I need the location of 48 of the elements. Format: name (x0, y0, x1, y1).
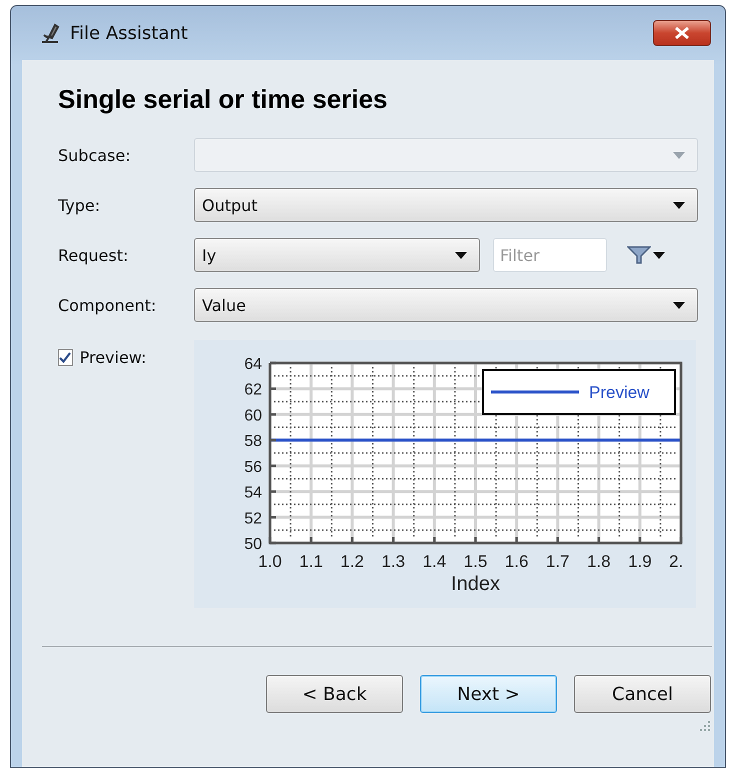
caret-icon (455, 252, 467, 258)
dialog-button[interactable]: Cancel (574, 675, 711, 713)
y-tick-label: 62 (244, 382, 262, 399)
x-tick-label: 2. (669, 552, 684, 571)
check-icon (59, 352, 72, 363)
x-tick-label: 1.9 (628, 552, 652, 571)
checkbox-label: Preview: (80, 348, 148, 367)
y-tick-label: 52 (244, 510, 262, 528)
x-tick-label: 1.8 (586, 552, 611, 571)
dropdown[interactable]: Iy (194, 238, 480, 272)
y-tick-label: 60 (244, 407, 262, 424)
dialog-button[interactable]: < Back (266, 675, 403, 713)
legend: Preview (482, 369, 676, 415)
caret-icon (673, 202, 685, 208)
y-tick-label: 64 (244, 356, 262, 373)
microscope-icon (40, 22, 60, 44)
dialog-button[interactable]: Next > (420, 675, 557, 713)
close-icon (674, 27, 690, 39)
dropdown[interactable]: Value (194, 288, 698, 322)
filter-field[interactable]: Filter (493, 238, 607, 272)
field-label: Component: (58, 296, 158, 314)
filter-icon (627, 245, 651, 265)
field-label: Subcase: (58, 146, 132, 164)
field-label: Request: (58, 246, 130, 264)
caret-icon (653, 252, 665, 258)
caret-icon (673, 302, 685, 308)
y-tick-label: 54 (244, 484, 262, 502)
checkbox[interactable] (58, 349, 73, 366)
field-label: Type: (58, 196, 102, 214)
x-tick-label: 1.4 (422, 552, 446, 571)
x-tick-label: 1.0 (258, 552, 282, 571)
close-button[interactable] (653, 20, 711, 46)
y-tick-label: 56 (244, 458, 262, 476)
y-tick-label: 50 (244, 536, 262, 553)
x-tick-label: 1.7 (546, 552, 570, 571)
filter-menu-button[interactable] (627, 245, 665, 265)
caret-icon (673, 152, 685, 158)
y-tick-label: 58 (244, 433, 262, 450)
x-axis-title: Index (451, 573, 500, 595)
x-tick-label: 1.5 (464, 552, 488, 571)
x-tick-label: 1.2 (340, 552, 364, 571)
resize-grip-icon (700, 721, 710, 731)
x-tick-label: 1.1 (299, 552, 323, 571)
dropdown[interactable]: Output (194, 188, 698, 222)
x-tick-label: 1.3 (381, 552, 406, 571)
x-tick-label: 1.6 (504, 552, 528, 571)
page-heading: Single serial or time series (58, 84, 388, 115)
window-title: File Assistant (70, 22, 189, 44)
